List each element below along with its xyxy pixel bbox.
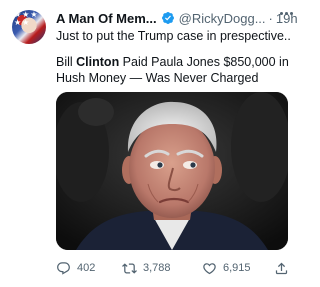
handle[interactable]: @RickyDogg... xyxy=(179,11,266,26)
retweet-icon xyxy=(122,262,137,274)
reply-button[interactable]: 402 xyxy=(56,261,95,276)
share-button[interactable] xyxy=(274,261,289,276)
verified-badge-icon xyxy=(161,11,175,25)
avatar-stars: ★★★ ★★ xyxy=(14,10,39,27)
separator: · xyxy=(268,10,273,26)
heart-icon xyxy=(203,262,216,274)
reply-count: 402 xyxy=(77,262,96,274)
reply-icon xyxy=(57,261,70,275)
more-icon[interactable] xyxy=(276,6,296,20)
share-icon xyxy=(275,262,288,274)
tweet-text-body: Bill Clinton Paid Paula Jones $850,000 i… xyxy=(56,54,292,86)
tweet[interactable]: ★★★ ★★ A Man Of Mem... @RickyDogg... · 19… xyxy=(0,0,300,287)
tweet-text-part1: Bill xyxy=(56,55,77,69)
like-count: 6,915 xyxy=(223,262,251,274)
tweet-header: A Man Of Mem... @RickyDogg... · 19h xyxy=(56,9,298,27)
like-button[interactable]: 6,915 xyxy=(202,261,251,276)
tweet-actions: 402 3,788 6,915 xyxy=(56,258,292,278)
tweet-text-bold: Clinton xyxy=(76,55,120,69)
display-name[interactable]: A Man Of Mem... xyxy=(56,11,157,26)
retweet-count: 3,788 xyxy=(143,262,171,274)
retweet-button[interactable]: 3,788 xyxy=(122,261,171,276)
tweet-media-image[interactable] xyxy=(56,92,288,250)
avatar[interactable]: ★★★ ★★ xyxy=(12,10,46,44)
tweet-text-line1: Just to put the Trump case in prespectiv… xyxy=(56,29,290,43)
